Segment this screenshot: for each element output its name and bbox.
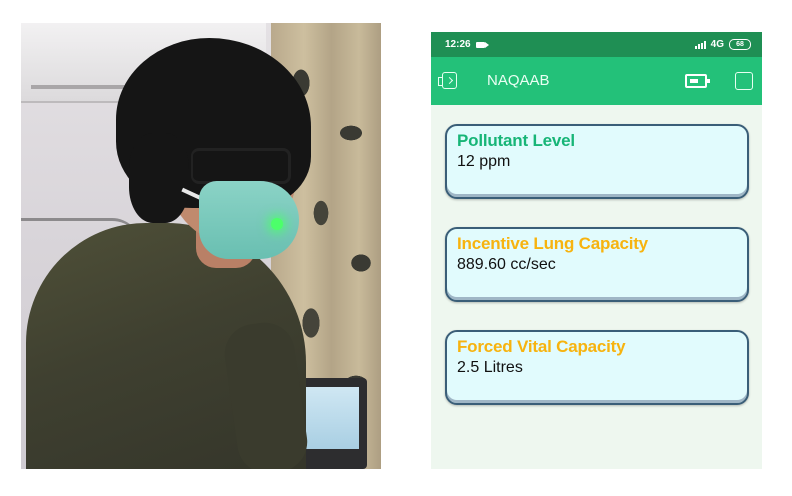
app-bar: NAQAAB: [431, 57, 762, 105]
card-forced-vital-capacity: Forced Vital Capacity 2.5 Litres: [445, 330, 749, 405]
user-photo: [21, 23, 381, 469]
network-type: 4G: [710, 39, 724, 50]
photo-mask-led: [271, 218, 283, 230]
photo-hair-side: [129, 133, 189, 223]
readings-list: Pollutant Level 12 ppm Incentive Lung Ca…: [431, 105, 762, 469]
card-incentive-lung-capacity: Incentive Lung Capacity 889.60 cc/sec: [445, 227, 749, 302]
app-title: NAQAAB: [487, 72, 550, 89]
phone-screen: 12:26 4G 68 NAQAAB Pollutant Level 12 pp…: [431, 32, 762, 469]
square-icon[interactable]: [735, 72, 753, 90]
status-right: 4G 68: [694, 39, 751, 50]
card-value: 889.60 cc/sec: [457, 256, 556, 273]
battery-icon: 68: [729, 39, 751, 50]
status-time: 12:26: [445, 39, 471, 50]
battery-level: 68: [736, 41, 744, 48]
status-bar: 12:26 4G 68: [431, 32, 762, 57]
status-left: 12:26: [445, 39, 489, 50]
photo-mask: [199, 181, 299, 259]
card-value: 12 ppm: [457, 153, 511, 170]
card-pollutant-level: Pollutant Level 12 ppm: [445, 124, 749, 199]
card-title: Incentive Lung Capacity: [457, 234, 648, 253]
device-connect-icon[interactable]: [438, 72, 457, 89]
photo-glasses: [191, 148, 291, 184]
signal-icon: [694, 40, 706, 49]
card-title: Forced Vital Capacity: [457, 337, 626, 356]
device-icon[interactable]: [685, 74, 710, 88]
card-value: 2.5 Litres: [457, 359, 523, 376]
card-title: Pollutant Level: [457, 131, 575, 150]
video-recording-icon: [475, 41, 489, 48]
